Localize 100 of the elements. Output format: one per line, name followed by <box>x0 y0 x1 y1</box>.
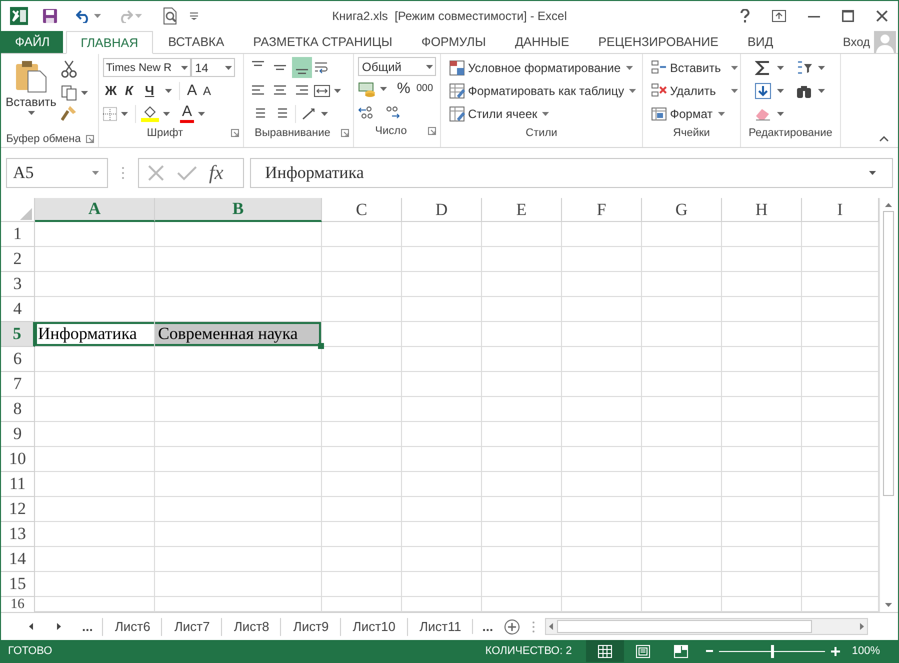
table-cell[interactable] <box>402 347 482 372</box>
column-header[interactable]: G <box>642 198 722 222</box>
column-header[interactable]: C <box>322 198 402 222</box>
table-cell[interactable] <box>722 547 802 572</box>
dialog-launcher-icon[interactable] <box>341 129 349 137</box>
grow-font-button[interactable]: A <box>185 80 200 101</box>
table-cell[interactable] <box>322 397 402 422</box>
table-cell[interactable] <box>722 347 802 372</box>
table-cell[interactable] <box>722 597 802 612</box>
table-cell[interactable] <box>482 247 562 272</box>
insert-function-button[interactable]: fx <box>209 162 224 184</box>
table-cell[interactable]: Современная наука <box>155 322 322 347</box>
table-cell[interactable] <box>402 522 482 547</box>
table-cell[interactable] <box>802 297 879 322</box>
caret-icon[interactable] <box>869 171 876 175</box>
sheet-tab[interactable]: Лист7 <box>161 618 221 636</box>
styles-menu-button[interactable]: Условное форматирование <box>447 57 636 78</box>
ribbon-tab[interactable]: ФАЙЛ <box>1 31 63 53</box>
table-cell[interactable] <box>322 297 402 322</box>
table-cell[interactable] <box>322 497 402 522</box>
table-cell[interactable] <box>482 322 562 347</box>
column-header[interactable]: A <box>35 198 155 222</box>
table-cell[interactable] <box>562 522 642 547</box>
table-cell[interactable] <box>155 422 322 447</box>
table-cell[interactable] <box>482 372 562 397</box>
table-cell[interactable] <box>722 447 802 472</box>
fill-color-icon[interactable] <box>141 106 159 122</box>
table-cell[interactable] <box>562 297 642 322</box>
caret-icon[interactable] <box>94 14 101 18</box>
table-cell[interactable] <box>402 272 482 297</box>
caret-icon[interactable] <box>28 111 34 115</box>
table-cell[interactable] <box>802 347 879 372</box>
table-cell[interactable] <box>562 322 642 347</box>
table-cell[interactable] <box>402 247 482 272</box>
table-cell[interactable] <box>802 597 879 612</box>
sign-in-link[interactable]: Вход <box>842 35 870 49</box>
table-cell[interactable] <box>402 547 482 572</box>
caret-icon[interactable] <box>334 88 341 92</box>
scissors-icon[interactable] <box>61 60 77 78</box>
table-cell[interactable] <box>402 397 482 422</box>
table-cell[interactable] <box>35 397 155 422</box>
name-box[interactable]: A5 <box>6 158 108 188</box>
caret-icon[interactable] <box>777 88 784 92</box>
table-cell[interactable] <box>482 447 562 472</box>
more-sheets-button[interactable]: ... <box>73 619 102 634</box>
table-cell[interactable] <box>722 497 802 522</box>
table-cell[interactable] <box>322 247 402 272</box>
row-header[interactable]: 6 <box>1 347 35 372</box>
table-cell[interactable] <box>482 347 562 372</box>
table-cell[interactable] <box>322 597 402 612</box>
table-cell[interactable] <box>322 572 402 597</box>
scroll-right-icon[interactable] <box>57 623 61 630</box>
font-color-button[interactable]: A <box>180 104 194 123</box>
table-cell[interactable] <box>802 497 879 522</box>
table-cell[interactable] <box>35 447 155 472</box>
table-cell[interactable] <box>322 222 402 247</box>
table-cell[interactable] <box>35 547 155 572</box>
table-cell[interactable] <box>322 322 402 347</box>
table-cell[interactable] <box>155 572 322 597</box>
table-cell[interactable] <box>802 222 879 247</box>
print-preview-icon[interactable] <box>162 7 178 25</box>
table-cell[interactable] <box>642 272 722 297</box>
row-header[interactable]: 13 <box>1 522 35 547</box>
table-cell[interactable] <box>35 247 155 272</box>
customize-icon[interactable] <box>190 12 198 20</box>
table-cell[interactable] <box>482 572 562 597</box>
font-name-field[interactable]: Times New R <box>103 58 191 77</box>
caret-icon[interactable] <box>92 171 99 175</box>
table-cell[interactable] <box>642 472 722 497</box>
table-cell[interactable] <box>155 597 322 612</box>
table-cell[interactable] <box>35 347 155 372</box>
sheet-tab[interactable]: Лист9 <box>280 618 340 636</box>
table-cell[interactable] <box>642 597 722 612</box>
dialog-launcher-icon[interactable] <box>86 135 94 143</box>
thousands-button[interactable]: 000 <box>414 78 436 99</box>
italic-button[interactable]: К <box>123 80 141 101</box>
view-button[interactable] <box>586 640 624 662</box>
eraser-icon[interactable] <box>755 106 771 120</box>
wrap-text-icon[interactable] <box>314 60 330 74</box>
table-cell[interactable] <box>155 497 322 522</box>
caret-icon[interactable] <box>121 112 128 116</box>
table-cell[interactable] <box>562 247 642 272</box>
table-cell[interactable] <box>722 472 802 497</box>
styles-menu-button[interactable]: Стили ячеек <box>447 103 636 124</box>
table-cell[interactable] <box>642 297 722 322</box>
table-cell[interactable] <box>722 422 802 447</box>
table-cell[interactable] <box>322 447 402 472</box>
caret-icon[interactable] <box>626 66 633 70</box>
table-cell[interactable] <box>155 522 322 547</box>
zoom-level-text[interactable]: 100% <box>852 645 880 657</box>
caret-icon[interactable] <box>163 112 170 116</box>
table-cell[interactable] <box>642 247 722 272</box>
table-cell[interactable] <box>642 497 722 522</box>
ribbon-tab[interactable]: РАЗМЕТКА СТРАНИЦЫ <box>239 31 406 53</box>
table-cell[interactable] <box>155 247 322 272</box>
table-cell[interactable] <box>802 422 879 447</box>
table-cell[interactable] <box>482 297 562 322</box>
ribbon-tab[interactable]: РЕЦЕНЗИРОВАНИЕ <box>584 31 732 53</box>
ribbon-tab[interactable]: ДАННЫЕ <box>500 31 584 53</box>
table-cell[interactable] <box>642 447 722 472</box>
